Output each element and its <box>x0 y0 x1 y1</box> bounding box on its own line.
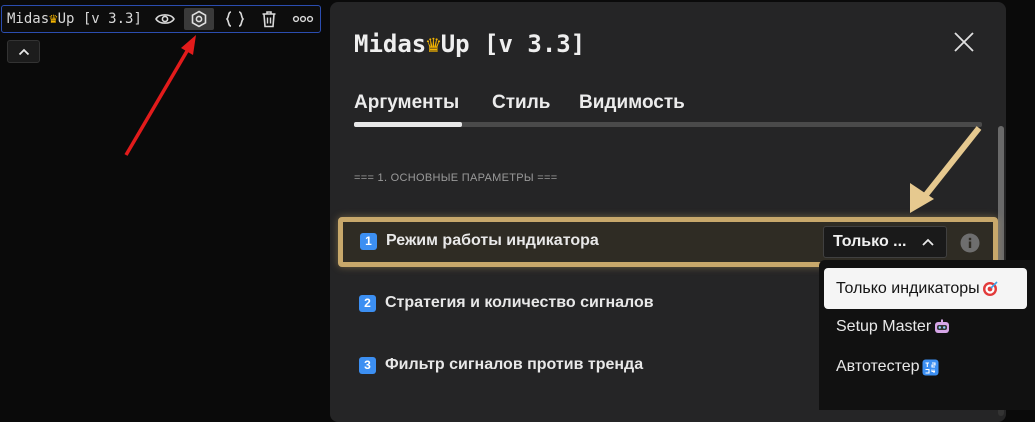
setting-row-trend-filter: 3 Фильтр сигналов против тренда <box>359 356 643 374</box>
collapse-button[interactable] <box>7 40 40 63</box>
more-icon[interactable] <box>288 8 318 30</box>
dialog-title-pre: Midas <box>354 30 427 58</box>
numbers-emoji-icon <box>922 359 939 376</box>
info-icon[interactable] <box>960 233 980 253</box>
eye-icon[interactable] <box>150 8 180 30</box>
setting-label-mode: 1 Режим работы индикатора <box>360 232 599 250</box>
setting-label-text: Режим работы индикатора <box>386 232 599 249</box>
tab-arguments[interactable]: Аргументы <box>354 92 459 114</box>
chevron-up-icon <box>922 238 934 246</box>
dropdown-option[interactable]: Только индикаторы <box>824 268 1027 309</box>
dropdown-option-label: Setup Master <box>836 318 932 335</box>
dropdown-option-label: Только индикаторы <box>836 279 980 297</box>
section-header: === 1. ОСНОВНЫЕ ПАРАМЕТРЫ === <box>354 172 558 184</box>
indicator-toolbar: Midas♛Up [v 3.3] <box>1 5 321 33</box>
dropdown-option[interactable]: Автотестер <box>836 358 939 376</box>
indicator-title-pre: Midas <box>7 11 50 27</box>
mode-select-value: Только ... <box>833 233 907 250</box>
close-icon[interactable] <box>952 30 976 54</box>
scrollbar-thumb[interactable] <box>998 126 1004 276</box>
crown-icon: ♛ <box>426 30 441 58</box>
tab-visibility[interactable]: Видимость <box>579 92 685 114</box>
setting-label-text: Стратегия и количество сигналов <box>385 294 654 311</box>
mode-dropdown-menu: Только индикаторы Setup Master Автотесте… <box>819 260 1035 410</box>
dropdown-option[interactable]: Setup Master <box>836 318 951 336</box>
setting-label-text: Фильтр сигналов против тренда <box>385 356 644 373</box>
mode-select[interactable]: Только ... <box>823 226 947 258</box>
robot-emoji-icon <box>933 319 951 336</box>
number-badge: 3 <box>359 356 376 374</box>
indicator-title-post: Up [v 3.3] <box>57 11 142 27</box>
setting-row-strategy: 2 Стратегия и количество сигналов <box>359 294 654 312</box>
tab-underline-track <box>354 122 982 127</box>
chevron-up-icon <box>18 48 29 55</box>
trash-icon[interactable] <box>254 8 284 30</box>
dialog-title: Midas♛Up [v 3.3] <box>354 30 585 58</box>
settings-icon[interactable] <box>184 8 214 30</box>
tab-active-indicator <box>354 122 462 127</box>
dialog-title-post: Up [v 3.3] <box>440 30 586 58</box>
number-badge: 1 <box>360 232 377 250</box>
indicator-title[interactable]: Midas♛Up [v 3.3] <box>2 11 142 27</box>
dropdown-option-label: Автотестер <box>836 358 920 375</box>
red-arrow-icon <box>124 35 196 156</box>
tab-style[interactable]: Стиль <box>492 92 550 114</box>
target-emoji-icon <box>982 280 998 297</box>
braces-icon[interactable] <box>220 8 250 30</box>
crown-icon: ♛ <box>49 11 58 27</box>
number-badge: 2 <box>359 294 376 312</box>
